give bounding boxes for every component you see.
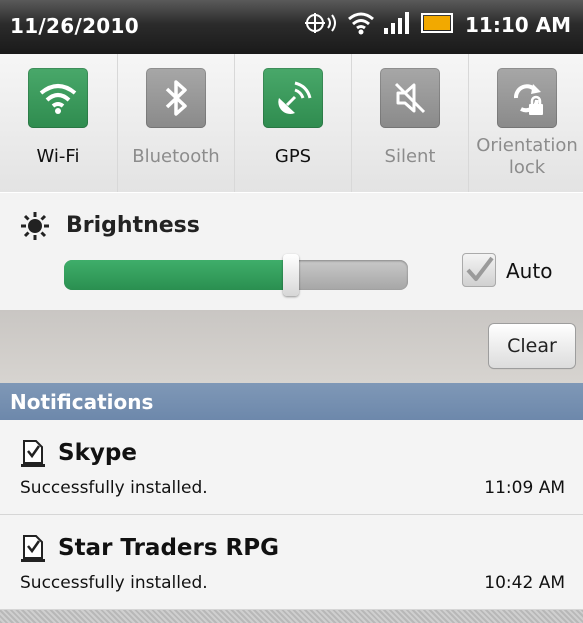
toggle-orientation-lock[interactable]: Orientation lock <box>468 54 583 192</box>
clear-bar: Clear <box>0 310 583 383</box>
notification-item[interactable]: Star Traders RPG Successfully installed.… <box>0 515 583 610</box>
quick-settings-toggles: Wi-Fi Bluetooth GPS Silent Orientation l… <box>0 54 583 193</box>
notification-text: Successfully installed. <box>20 573 208 593</box>
notification-title: Star Traders RPG <box>58 535 280 561</box>
notification-item[interactable]: Skype Successfully installed. 11:09 AM <box>0 420 583 515</box>
toggle-gps[interactable]: GPS <box>234 54 351 192</box>
cell-signal-icon <box>383 11 413 39</box>
toggle-bluetooth-label: Bluetooth <box>132 146 220 167</box>
notification-time: 11:09 AM <box>484 478 565 498</box>
notification-time: 10:42 AM <box>484 573 565 593</box>
checkmark-icon <box>466 256 494 281</box>
clear-button[interactable]: Clear <box>489 324 575 368</box>
battery-icon <box>420 11 455 39</box>
status-date: 11/26/2010 <box>10 14 139 38</box>
brightness-slider-fill <box>64 260 292 290</box>
wifi-icon <box>347 11 375 39</box>
gps-icon <box>263 68 323 128</box>
brightness-slider[interactable] <box>64 254 408 296</box>
orientation-label-line1: Orientation <box>476 135 578 156</box>
brightness-slider-thumb[interactable] <box>283 254 300 296</box>
silent-icon <box>380 68 440 128</box>
toggle-gps-label: GPS <box>274 146 312 167</box>
download-complete-icon <box>20 440 46 472</box>
toggle-orientation-lock-label: Orientation lock <box>469 135 583 179</box>
notification-panel-handle[interactable] <box>0 610 583 623</box>
auto-brightness-checkbox[interactable] <box>462 253 496 287</box>
orientation-lock-icon <box>497 68 557 128</box>
brightness-title: Brightness <box>66 213 200 238</box>
wifi-icon <box>28 68 88 128</box>
auto-brightness-label: Auto <box>506 259 553 283</box>
notification-text: Successfully installed. <box>20 478 208 498</box>
toggle-wifi[interactable]: Wi-Fi <box>0 54 116 192</box>
notifications-header: Notifications <box>0 383 583 420</box>
gps-signal-icon <box>304 11 339 39</box>
toggle-silent-label: Silent <box>384 146 436 167</box>
brightness-panel: Brightness Auto <box>0 192 583 311</box>
status-icons: 11:10 AM <box>304 11 571 39</box>
toggle-bluetooth[interactable]: Bluetooth <box>117 54 234 192</box>
orientation-label-line2: lock <box>508 157 546 178</box>
notifications-header-label: Notifications <box>10 390 154 414</box>
notification-title: Skype <box>58 440 137 466</box>
status-time: 11:10 AM <box>464 13 571 37</box>
status-bar: 11/26/2010 11:10 AM <box>0 0 583 54</box>
toggle-wifi-label: Wi-Fi <box>36 146 80 167</box>
brightness-icon <box>20 211 50 245</box>
bluetooth-icon <box>146 68 206 128</box>
download-complete-icon <box>20 535 46 567</box>
toggle-silent[interactable]: Silent <box>351 54 468 192</box>
phone-screen: 11/26/2010 11:10 AM Wi-Fi Bluetooth GPS … <box>0 0 583 623</box>
